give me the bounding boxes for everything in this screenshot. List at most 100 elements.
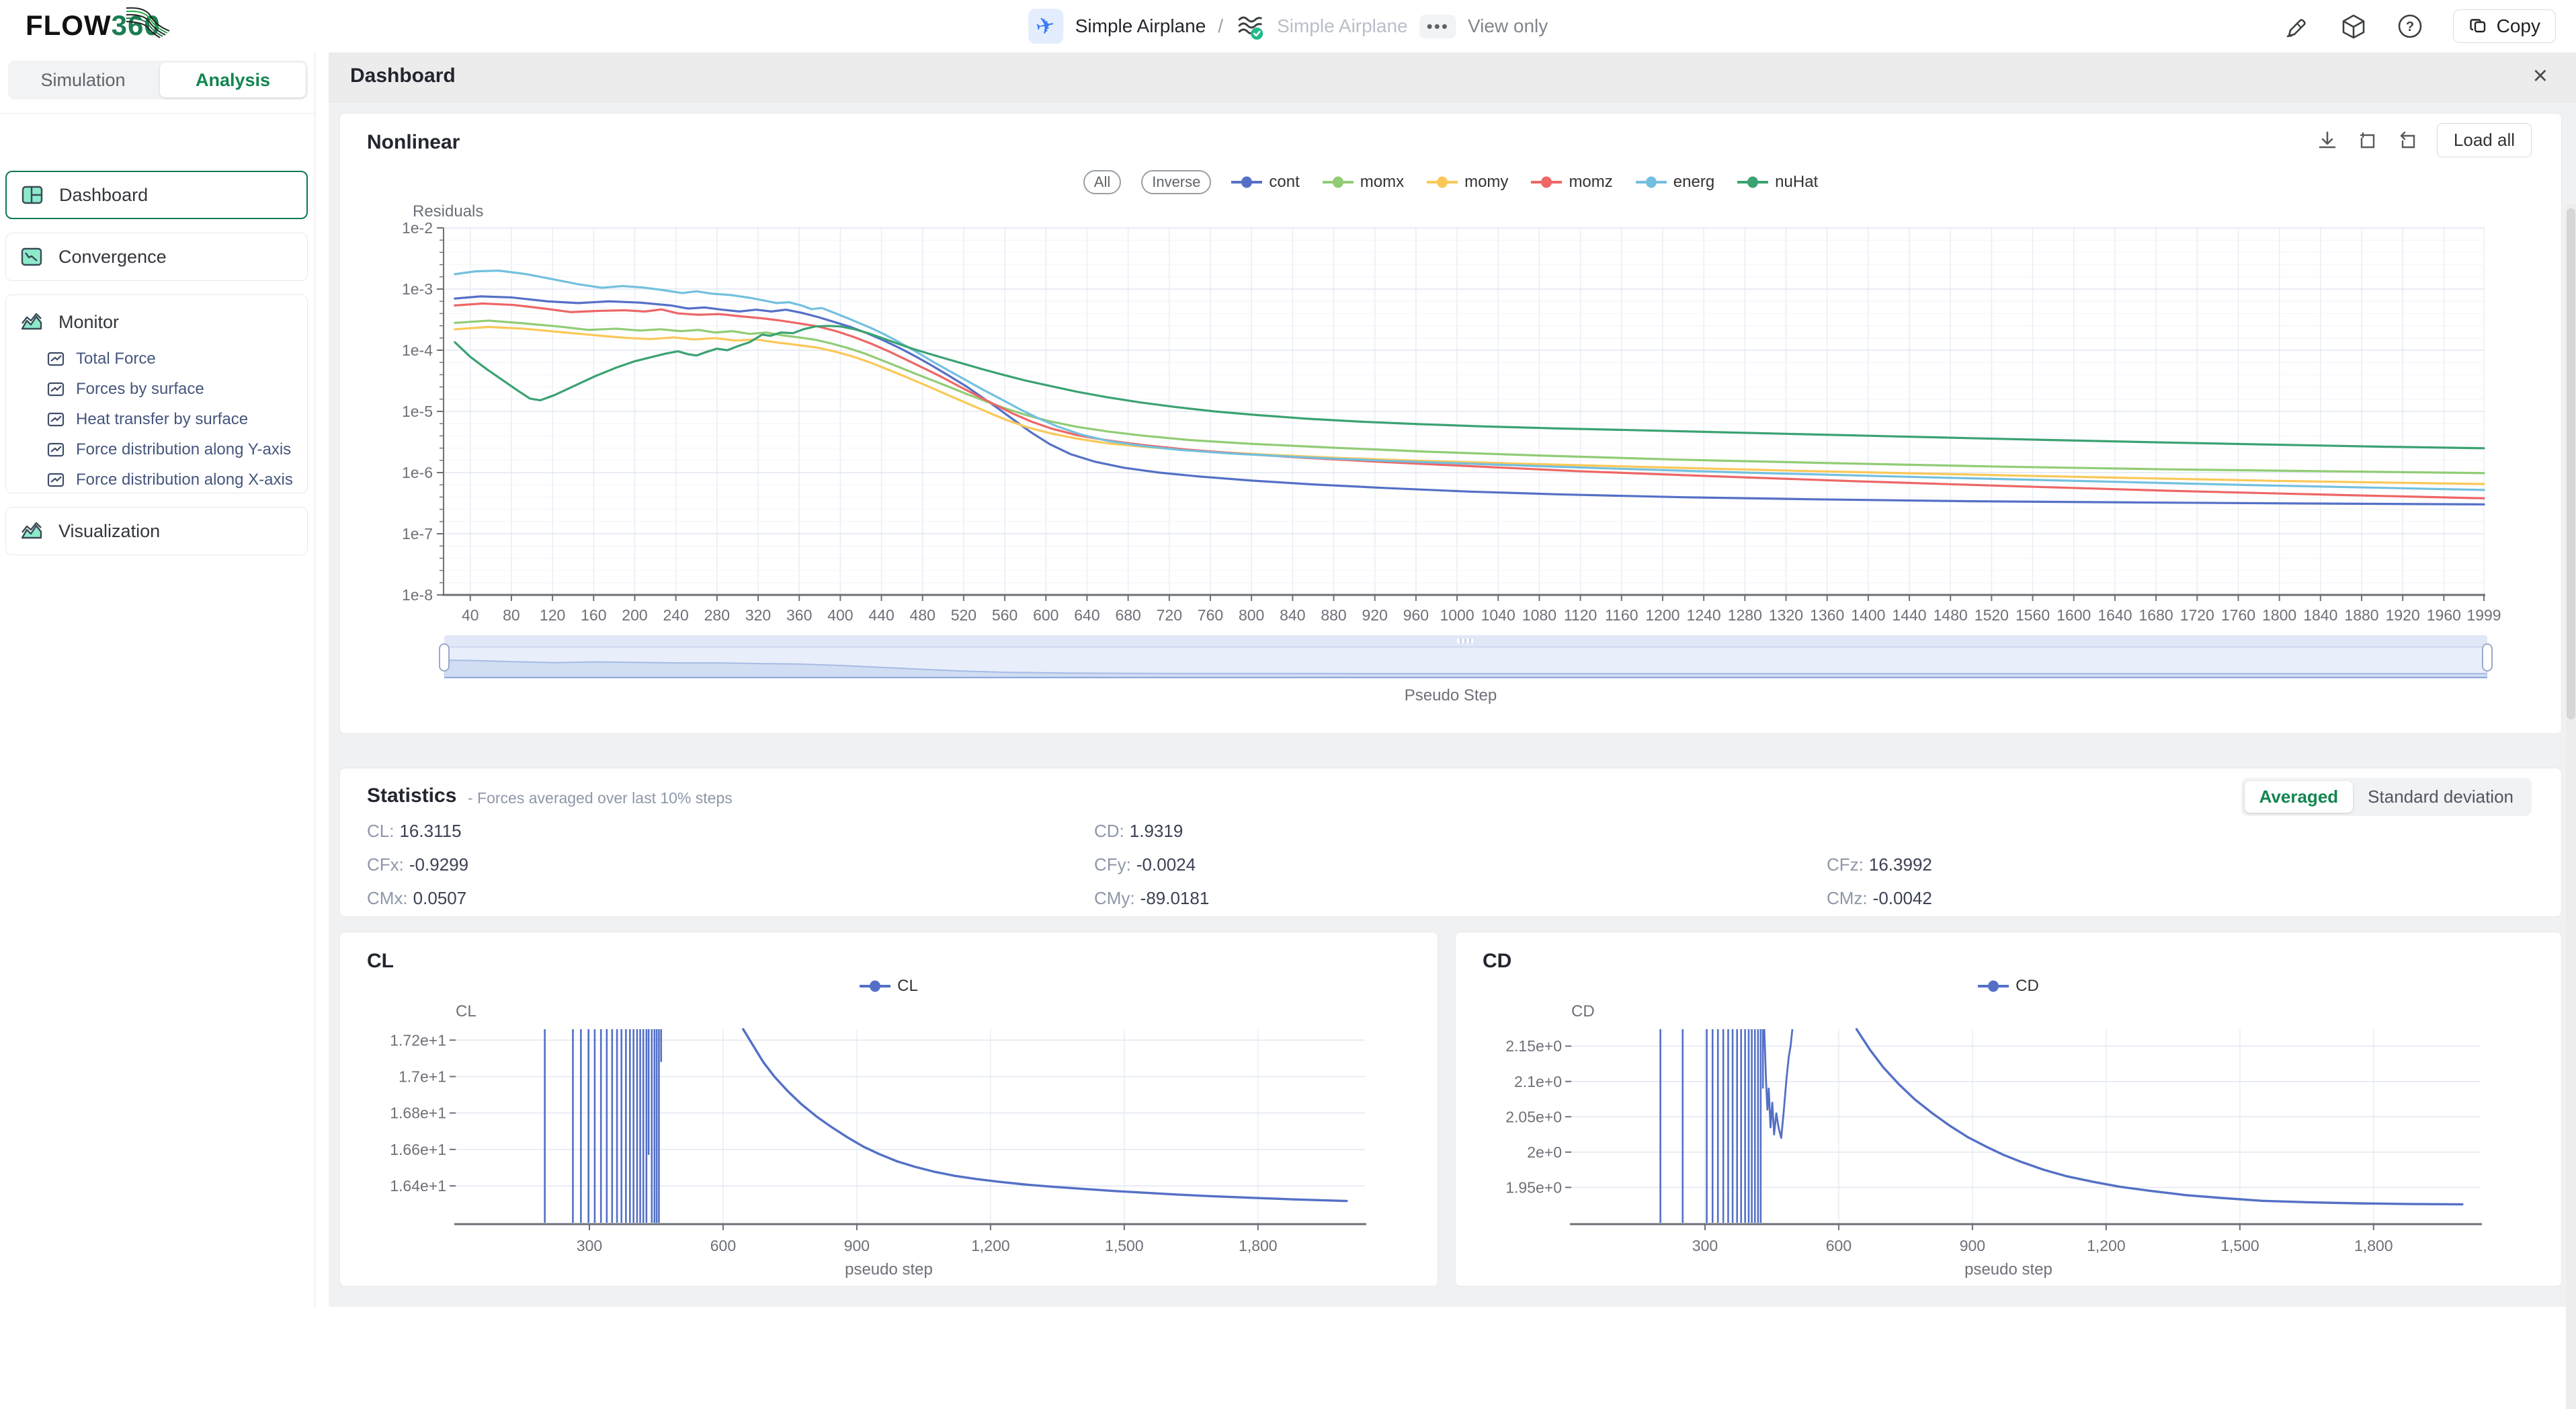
- sub-item-label: Total Force: [76, 350, 156, 368]
- cd-legend[interactable]: CD: [1456, 977, 2561, 996]
- project-icon[interactable]: ✈: [1028, 9, 1063, 44]
- statistics-title: Statistics: [367, 784, 456, 807]
- sidebar-item-forces-by-surface[interactable]: Forces by surface: [6, 374, 307, 404]
- stat-cfx: CFx:-0.9299: [367, 854, 468, 875]
- copy-icon: [2468, 16, 2489, 36]
- tab-simulation[interactable]: Simulation: [10, 63, 156, 97]
- datazoom-right-handle[interactable]: [2482, 643, 2493, 672]
- cl-chart[interactable]: 1.72e+11.7e+11.68e+11.66e+11.64e+1300600…: [354, 1018, 1429, 1258]
- download-icon[interactable]: [2316, 129, 2339, 152]
- legend-item-energ[interactable]: energ: [1636, 173, 1714, 192]
- help-icon[interactable]: ?: [2397, 13, 2423, 40]
- svg-text:600: 600: [1826, 1237, 1852, 1254]
- svg-text:1.7e+1: 1.7e+1: [399, 1068, 446, 1085]
- svg-text:1e-5: 1e-5: [402, 403, 433, 420]
- cd-xaxis-title: pseudo step: [1456, 1260, 2561, 1279]
- datazoom-strip[interactable]: [444, 635, 2487, 647]
- toggle-averaged[interactable]: Averaged: [2245, 781, 2354, 813]
- residuals-chart[interactable]: 1e-21e-31e-41e-51e-61e-71e-8408012016020…: [364, 218, 2542, 635]
- svg-text:1.68e+1: 1.68e+1: [390, 1104, 446, 1122]
- legend-item-momz[interactable]: momz: [1531, 173, 1612, 192]
- breadcrumb-more-button[interactable]: •••: [1420, 15, 1456, 38]
- legend-item-nuHat[interactable]: nuHat: [1737, 173, 1818, 192]
- svg-text:1e-2: 1e-2: [402, 219, 433, 237]
- toggle-standard-deviation[interactable]: Standard deviation: [2353, 781, 2528, 813]
- legend-item-momy[interactable]: momy: [1427, 173, 1508, 192]
- annotate-pen-icon[interactable]: [2284, 13, 2311, 40]
- svg-text:760: 760: [1198, 606, 1223, 624]
- svg-text:1920: 1920: [2386, 606, 2420, 624]
- zoom-reset-icon[interactable]: [2397, 129, 2419, 152]
- svg-text:1e-8: 1e-8: [402, 586, 433, 604]
- sidebar-divider: [0, 113, 315, 114]
- logo-swoosh-icon: [125, 4, 172, 44]
- svg-text:120: 120: [540, 606, 565, 624]
- svg-text:?: ?: [2406, 19, 2414, 34]
- datazoom-track[interactable]: [444, 647, 2487, 678]
- stat-cl: CL:16.3115: [367, 821, 462, 842]
- copy-button-label: Copy: [2497, 15, 2540, 37]
- sidebar-item-label: Dashboard: [59, 185, 148, 206]
- legend-inverse-button[interactable]: Inverse: [1141, 170, 1211, 194]
- sidebar-tabs: Simulation Analysis: [8, 61, 308, 99]
- scrollbar-thumb[interactable]: [2567, 208, 2575, 719]
- sidebar-item-convergence[interactable]: Convergence: [5, 233, 308, 281]
- datazoom-slider[interactable]: [444, 635, 2487, 678]
- svg-text:80: 80: [503, 606, 520, 624]
- chart-frame-icon: [46, 440, 65, 459]
- legend-item-momx[interactable]: momx: [1323, 173, 1404, 192]
- svg-text:720: 720: [1157, 606, 1182, 624]
- svg-text:1.66e+1: 1.66e+1: [390, 1141, 446, 1158]
- breadcrumb-case-name[interactable]: Simple Airplane: [1277, 15, 1408, 37]
- legend-item-cont[interactable]: cont: [1231, 173, 1299, 192]
- sidebar-item-total-force[interactable]: Total Force: [6, 344, 307, 374]
- cl-legend[interactable]: CL: [340, 977, 1438, 996]
- tab-analysis[interactable]: Analysis: [160, 63, 306, 97]
- legend-all-button[interactable]: All: [1083, 170, 1121, 194]
- load-all-button[interactable]: Load all: [2437, 123, 2532, 157]
- nonlinear-card: Nonlinear Load all All Inverse cont momx m…: [339, 113, 2562, 734]
- close-icon[interactable]: ×: [2533, 62, 2548, 91]
- svg-text:900: 900: [844, 1237, 870, 1254]
- chart-frame-icon: [46, 410, 65, 429]
- sub-item-label: Forces by surface: [76, 380, 204, 399]
- scrollbar-track[interactable]: [2566, 204, 2576, 1409]
- copy-button[interactable]: Copy: [2453, 9, 2556, 43]
- sidebar-item-visualization[interactable]: Visualization: [5, 507, 308, 555]
- flow360-logo[interactable]: FLOW360: [26, 9, 161, 42]
- svg-text:1,800: 1,800: [2354, 1237, 2393, 1254]
- svg-text:1e-7: 1e-7: [402, 525, 433, 542]
- svg-text:1960: 1960: [2427, 606, 2461, 624]
- cl-legend-label: CL: [897, 977, 918, 996]
- chart-frame-icon: [46, 471, 65, 489]
- svg-text:280: 280: [704, 606, 730, 624]
- svg-text:1480: 1480: [1934, 606, 1968, 624]
- statistics-subtitle: - Forces averaged over last 10% steps: [468, 789, 733, 807]
- breadcrumb-project-name[interactable]: Simple Airplane: [1075, 15, 1206, 37]
- wiggle: [1764, 1029, 1792, 1138]
- svg-text:920: 920: [1362, 606, 1388, 624]
- breadcrumb-separator: /: [1218, 15, 1223, 37]
- sidebar-item-force-distribution-y[interactable]: Force distribution along Y-axis: [6, 434, 307, 465]
- nonlinear-title: Nonlinear: [367, 131, 460, 154]
- stat-cfz: CFz:16.3992: [1827, 854, 1932, 875]
- statistics-toggle: Averaged Standard deviation: [2241, 778, 2532, 816]
- datazoom-left-handle[interactable]: [439, 643, 450, 672]
- zoom-select-icon[interactable]: [2356, 129, 2379, 152]
- statistics-card: Statistics - Forces averaged over last 1…: [339, 768, 2562, 917]
- sidebar-item-monitor[interactable]: Monitor: [6, 300, 307, 344]
- svg-text:600: 600: [1033, 606, 1058, 624]
- svg-text:1,200: 1,200: [2087, 1237, 2126, 1254]
- sidebar-item-heat-transfer-by-surface[interactable]: Heat transfer by surface: [6, 404, 307, 434]
- dashboard-icon: [20, 183, 44, 207]
- sidebar-item-force-distribution-x[interactable]: Force distribution along X-axis: [6, 465, 307, 495]
- svg-text:300: 300: [1692, 1237, 1718, 1254]
- logo-flow-text: FLOW: [26, 9, 112, 41]
- svg-text:2e+0: 2e+0: [1527, 1143, 1562, 1161]
- cd-chart[interactable]: 2.15e+02.1e+02.05e+02e+01.95e+0300600900…: [1469, 1018, 2544, 1258]
- 3d-model-cube-icon[interactable]: [2340, 13, 2367, 40]
- topbar-actions: ? Copy: [2284, 0, 2556, 52]
- sidebar-item-dashboard[interactable]: Dashboard: [5, 171, 308, 219]
- sidebar: Simulation Analysis Dashboard Convergenc…: [0, 52, 315, 1307]
- svg-text:1360: 1360: [1810, 606, 1844, 624]
